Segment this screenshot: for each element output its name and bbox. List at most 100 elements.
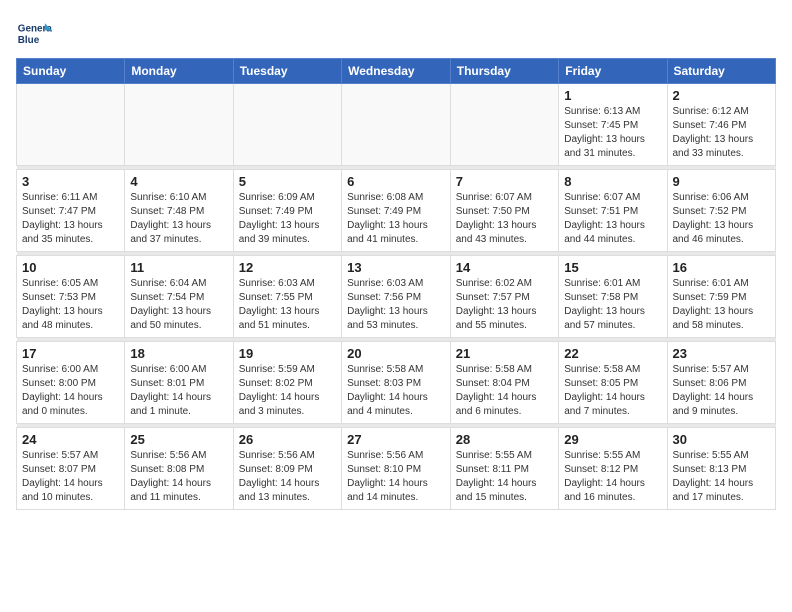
page-header: General Blue bbox=[16, 16, 776, 52]
day-info: Sunrise: 6:07 AM Sunset: 7:51 PM Dayligh… bbox=[564, 191, 661, 247]
calendar-cell: 25Sunrise: 5:56 AM Sunset: 8:08 PM Dayli… bbox=[125, 428, 233, 510]
day-number: 24 bbox=[22, 432, 119, 447]
weekday-header: Saturday bbox=[667, 59, 776, 84]
calendar-cell: 29 Sunrise: 5:55 AM Sunset: 8:12 PM Dayli… bbox=[559, 428, 667, 510]
day-info: Sunrise: 6:05 AM Sunset: 7:53 PM Dayligh… bbox=[22, 277, 119, 333]
day-info: Sunrise: 6:03 AM Sunset: 7:56 PM Dayligh… bbox=[347, 277, 445, 333]
calendar-cell: 4Sunrise: 6:10 AM Sunset: 7:48 PM Daylig… bbox=[125, 170, 233, 252]
calendar-week-row: 1 Sunrise: 6:13 AM Sunset: 7:45 PM Daylig… bbox=[17, 84, 776, 166]
logo-icon: General Blue bbox=[16, 16, 52, 52]
calendar-cell: 16 Sunrise: 6:01 AM Sunset: 7:59 PM Dayli… bbox=[667, 256, 776, 338]
calendar-cell bbox=[450, 84, 558, 166]
day-info: Sunrise: 5:58 AM Sunset: 8:03 PM Dayligh… bbox=[347, 363, 445, 419]
calendar-cell bbox=[342, 84, 451, 166]
weekday-header-row: SundayMondayTuesdayWednesdayThursdayFrid… bbox=[17, 59, 776, 84]
calendar-cell: 8 Sunrise: 6:07 AM Sunset: 7:51 PM Daylig… bbox=[559, 170, 667, 252]
day-number: 13 bbox=[347, 260, 445, 275]
calendar-cell: 6 Sunrise: 6:08 AM Sunset: 7:49 PM Daylig… bbox=[342, 170, 451, 252]
calendar-cell: 23 Sunrise: 5:57 AM Sunset: 8:06 PM Dayli… bbox=[667, 342, 776, 424]
calendar-cell: 24Sunrise: 5:57 AM Sunset: 8:07 PM Dayli… bbox=[17, 428, 125, 510]
day-number: 18 bbox=[130, 346, 227, 361]
day-info: Sunrise: 6:01 AM Sunset: 7:59 PM Dayligh… bbox=[673, 277, 771, 333]
day-number: 29 bbox=[564, 432, 661, 447]
calendar-cell: 14 Sunrise: 6:02 AM Sunset: 7:57 PM Dayli… bbox=[450, 256, 558, 338]
day-number: 15 bbox=[564, 260, 661, 275]
day-info: Sunrise: 6:08 AM Sunset: 7:49 PM Dayligh… bbox=[347, 191, 445, 247]
calendar-cell: 30Sunrise: 5:55 AM Sunset: 8:13 PM Dayli… bbox=[667, 428, 776, 510]
weekday-header: Tuesday bbox=[233, 59, 341, 84]
day-number: 27 bbox=[347, 432, 445, 447]
day-info: Sunrise: 6:00 AM Sunset: 8:00 PM Dayligh… bbox=[22, 363, 119, 419]
weekday-header: Wednesday bbox=[342, 59, 451, 84]
day-number: 6 bbox=[347, 174, 445, 189]
day-info: Sunrise: 5:57 AM Sunset: 8:06 PM Dayligh… bbox=[673, 363, 771, 419]
day-info: Sunrise: 6:07 AM Sunset: 7:50 PM Dayligh… bbox=[456, 191, 553, 247]
day-info: Sunrise: 5:58 AM Sunset: 8:04 PM Dayligh… bbox=[456, 363, 553, 419]
day-number: 23 bbox=[673, 346, 771, 361]
calendar-cell: 28Sunrise: 5:55 AM Sunset: 8:11 PM Dayli… bbox=[450, 428, 558, 510]
day-number: 8 bbox=[564, 174, 661, 189]
weekday-header: Monday bbox=[125, 59, 233, 84]
day-number: 5 bbox=[239, 174, 336, 189]
calendar-cell: 13 Sunrise: 6:03 AM Sunset: 7:56 PM Dayli… bbox=[342, 256, 451, 338]
calendar-cell: 20Sunrise: 5:58 AM Sunset: 8:03 PM Dayli… bbox=[342, 342, 451, 424]
day-info: Sunrise: 6:10 AM Sunset: 7:48 PM Dayligh… bbox=[130, 191, 227, 247]
weekday-header: Friday bbox=[559, 59, 667, 84]
calendar-cell: 21 Sunrise: 5:58 AM Sunset: 8:04 PM Dayli… bbox=[450, 342, 558, 424]
day-number: 9 bbox=[673, 174, 771, 189]
calendar-cell: 12Sunrise: 6:03 AM Sunset: 7:55 PM Dayli… bbox=[233, 256, 341, 338]
day-info: Sunrise: 5:59 AM Sunset: 8:02 PM Dayligh… bbox=[239, 363, 336, 419]
calendar-cell bbox=[125, 84, 233, 166]
day-info: Sunrise: 6:09 AM Sunset: 7:49 PM Dayligh… bbox=[239, 191, 336, 247]
day-info: Sunrise: 6:04 AM Sunset: 7:54 PM Dayligh… bbox=[130, 277, 227, 333]
day-info: Sunrise: 6:00 AM Sunset: 8:01 PM Dayligh… bbox=[130, 363, 227, 419]
day-number: 21 bbox=[456, 346, 553, 361]
calendar-week-row: 17 Sunrise: 6:00 AM Sunset: 8:00 PM Dayli… bbox=[17, 342, 776, 424]
calendar-week-row: 10 Sunrise: 6:05 AM Sunset: 7:53 PM Dayli… bbox=[17, 256, 776, 338]
calendar-cell: 26 Sunrise: 5:56 AM Sunset: 8:09 PM Dayli… bbox=[233, 428, 341, 510]
day-number: 10 bbox=[22, 260, 119, 275]
day-info: Sunrise: 5:55 AM Sunset: 8:11 PM Dayligh… bbox=[456, 449, 553, 505]
calendar-cell bbox=[17, 84, 125, 166]
day-number: 2 bbox=[673, 88, 771, 103]
day-info: Sunrise: 5:55 AM Sunset: 8:13 PM Dayligh… bbox=[673, 449, 771, 505]
calendar-cell: 2 Sunrise: 6:12 AM Sunset: 7:46 PM Daylig… bbox=[667, 84, 776, 166]
calendar-cell: 22 Sunrise: 5:58 AM Sunset: 8:05 PM Dayli… bbox=[559, 342, 667, 424]
weekday-header: Thursday bbox=[450, 59, 558, 84]
day-number: 3 bbox=[22, 174, 119, 189]
calendar-cell: 27 Sunrise: 5:56 AM Sunset: 8:10 PM Dayli… bbox=[342, 428, 451, 510]
calendar-week-row: 3 Sunrise: 6:11 AM Sunset: 7:47 PM Daylig… bbox=[17, 170, 776, 252]
day-number: 16 bbox=[673, 260, 771, 275]
day-info: Sunrise: 5:56 AM Sunset: 8:10 PM Dayligh… bbox=[347, 449, 445, 505]
day-number: 7 bbox=[456, 174, 553, 189]
calendar-cell: 3 Sunrise: 6:11 AM Sunset: 7:47 PM Daylig… bbox=[17, 170, 125, 252]
day-info: Sunrise: 5:55 AM Sunset: 8:12 PM Dayligh… bbox=[564, 449, 661, 505]
svg-text:Blue: Blue bbox=[18, 35, 40, 46]
day-number: 1 bbox=[564, 88, 661, 103]
calendar-cell: 1 Sunrise: 6:13 AM Sunset: 7:45 PM Daylig… bbox=[559, 84, 667, 166]
calendar-cell: 19 Sunrise: 5:59 AM Sunset: 8:02 PM Dayli… bbox=[233, 342, 341, 424]
day-info: Sunrise: 6:13 AM Sunset: 7:45 PM Dayligh… bbox=[564, 105, 661, 161]
day-info: Sunrise: 6:06 AM Sunset: 7:52 PM Dayligh… bbox=[673, 191, 771, 247]
logo: General Blue bbox=[16, 16, 52, 52]
day-number: 14 bbox=[456, 260, 553, 275]
day-number: 11 bbox=[130, 260, 227, 275]
day-number: 26 bbox=[239, 432, 336, 447]
day-info: Sunrise: 5:56 AM Sunset: 8:09 PM Dayligh… bbox=[239, 449, 336, 505]
day-info: Sunrise: 6:12 AM Sunset: 7:46 PM Dayligh… bbox=[673, 105, 771, 161]
day-number: 17 bbox=[22, 346, 119, 361]
calendar-cell: 9 Sunrise: 6:06 AM Sunset: 7:52 PM Daylig… bbox=[667, 170, 776, 252]
calendar-cell: 18 Sunrise: 6:00 AM Sunset: 8:01 PM Dayli… bbox=[125, 342, 233, 424]
weekday-header: Sunday bbox=[17, 59, 125, 84]
calendar-cell: 11 Sunrise: 6:04 AM Sunset: 7:54 PM Dayli… bbox=[125, 256, 233, 338]
day-info: Sunrise: 6:02 AM Sunset: 7:57 PM Dayligh… bbox=[456, 277, 553, 333]
day-number: 25 bbox=[130, 432, 227, 447]
day-number: 22 bbox=[564, 346, 661, 361]
day-info: Sunrise: 5:58 AM Sunset: 8:05 PM Dayligh… bbox=[564, 363, 661, 419]
day-info: Sunrise: 6:11 AM Sunset: 7:47 PM Dayligh… bbox=[22, 191, 119, 247]
day-number: 19 bbox=[239, 346, 336, 361]
calendar-cell: 10 Sunrise: 6:05 AM Sunset: 7:53 PM Dayli… bbox=[17, 256, 125, 338]
day-number: 12 bbox=[239, 260, 336, 275]
calendar-cell: 5 Sunrise: 6:09 AM Sunset: 7:49 PM Daylig… bbox=[233, 170, 341, 252]
calendar-cell: 15Sunrise: 6:01 AM Sunset: 7:58 PM Dayli… bbox=[559, 256, 667, 338]
